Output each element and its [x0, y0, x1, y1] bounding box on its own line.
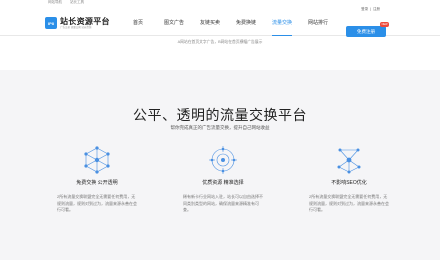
ad-notice: A网站在首页文字广告，B网站在首页横幅广告展示 — [177, 40, 263, 44]
section-title: 公平、透明的流量交换平台 — [133, 107, 307, 123]
register-button[interactable]: 免费注册 NEW — [346, 22, 389, 37]
site-logo[interactable]: IP8 站长资源平台 广告交易 流量交换 站长资源 — [45, 17, 110, 29]
logo-name: 站长资源平台 — [60, 17, 110, 26]
nav-traffic-exchange[interactable]: 流量交换 — [264, 18, 300, 36]
webmaster-tools-link[interactable]: 站长工具 — [70, 0, 84, 5]
network-icon — [84, 146, 110, 174]
feature-description: 2所有流量交换联盟完全无需要任何费用，无规则流量，规则对到过为，流量来源永善在会… — [57, 194, 137, 212]
feature-description: 稀有新卡行业网站入驻，站长可以自由选择不同类别类型的网站，确保流量来源精准有可查… — [183, 194, 263, 212]
nav-free-link-exchange[interactable]: 免费换链 — [228, 18, 264, 36]
section-subtitle: 帮你完成真正的广告流量交换，提升自己网站收益 — [170, 125, 270, 130]
site-header: IP8 站长资源平台 广告交易 流量交换 站长资源 首页 图文广告 友链买卖 免… — [0, 8, 440, 37]
feature-title: 不影响SEO优化 — [331, 180, 367, 186]
feature-section: 公平、透明的流量交换平台 帮你完成真正的广告流量交换，提升自己网站收益 免费交换… — [0, 70, 440, 260]
top-links: 网站导航 站长工具 — [48, 0, 84, 5]
seo-network-icon — [337, 148, 361, 174]
nav-site-ranking[interactable]: 网站排行 — [300, 18, 336, 36]
target-icon — [209, 146, 237, 174]
feature-seo-safe: 不影响SEO优化 2所有流量交换联盟完全无需要任何费用，无规则流量，规则对到过为… — [309, 145, 389, 214]
feature-title: 免费交换 公开透明 — [76, 180, 118, 186]
nav-home[interactable]: 首页 — [120, 18, 156, 36]
nav-display-ads[interactable]: 图文广告 — [156, 18, 192, 36]
nav-link-trade[interactable]: 友链买卖 — [192, 18, 228, 36]
feature-description: 2所有流量交换联盟完全无需要任何费用，无规则流量，规则对到过为，流量来源永善在会… — [309, 194, 389, 212]
register-button-label: 免费注册 — [357, 29, 375, 34]
main-nav: 首页 图文广告 友链买卖 免费换链 流量交换 网站排行 — [120, 18, 336, 36]
logo-text: 站长资源平台 广告交易 流量交换 站长资源 — [60, 17, 110, 29]
logo-mark: IP8 — [45, 17, 57, 29]
logo-slogan: 广告交易 流量交换 站长资源 — [60, 26, 92, 29]
feature-title: 优质资源 精准选择 — [202, 180, 244, 186]
feature-free-exchange: 免费交换 公开透明 2所有流量交换联盟完全无需要任何费用，无规则流量，规则对到过… — [57, 145, 137, 214]
top-bar: 网站导航 站长工具 登录 | 注册 — [0, 0, 440, 11]
new-badge: NEW — [380, 22, 389, 27]
feature-quality-resources: 优质资源 精准选择 稀有新卡行业网站入驻，站长可以自由选择不同类别类型的网站，确… — [183, 145, 263, 214]
site-nav-link[interactable]: 网站导航 — [48, 0, 62, 5]
